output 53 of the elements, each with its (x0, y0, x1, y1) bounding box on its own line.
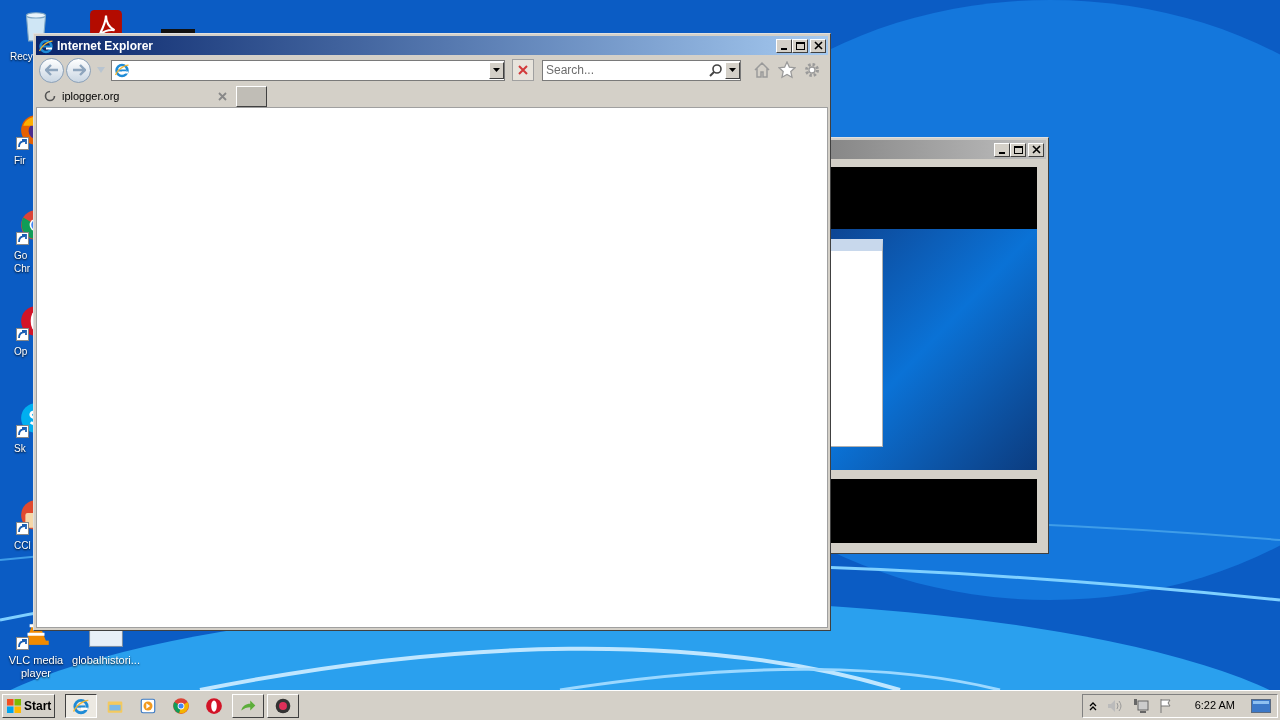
maximize-button[interactable] (1010, 142, 1026, 157)
arrow-left-icon (44, 64, 59, 76)
chevron-up-icon[interactable] (1088, 700, 1097, 711)
close-icon[interactable] (218, 91, 227, 101)
close-button[interactable] (1028, 142, 1044, 157)
shortcut-arrow-icon (16, 232, 29, 245)
forward-button[interactable] (66, 57, 91, 83)
star-icon[interactable] (778, 61, 796, 79)
show-desktop-icon[interactable] (1251, 697, 1271, 714)
address-dropdown-button[interactable] (489, 61, 504, 79)
back-button[interactable] (39, 57, 64, 83)
stop-button[interactable] (512, 59, 534, 81)
shortcut-arrow-icon (16, 522, 29, 535)
new-tab-button[interactable] (236, 85, 267, 107)
minimize-button[interactable] (994, 142, 1010, 157)
desktop-icon-label[interactable]: Sk (14, 442, 26, 455)
windows-logo-icon (6, 697, 22, 714)
desktop-icon-label[interactable]: Go Chr (14, 249, 31, 275)
desktop-icon-label[interactable]: CCl (14, 539, 31, 552)
arrow-right-icon (71, 64, 86, 76)
network-icon[interactable] (1132, 697, 1149, 714)
ie-icon (114, 62, 130, 78)
shortcut-arrow-icon (16, 328, 29, 341)
taskbar-button[interactable] (65, 693, 98, 718)
close-button[interactable] (810, 38, 826, 53)
tab-title: iplogger.org (62, 88, 120, 104)
desktop-icon-label[interactable]: Recy (10, 50, 33, 63)
search-dropdown-button[interactable] (725, 61, 740, 79)
opera-icon (205, 696, 224, 715)
ie-icon (72, 696, 91, 715)
window-title: Internet Explorer (57, 37, 154, 55)
caret-down-icon (729, 68, 736, 72)
desktop-icon-label[interactable]: VLC media player (8, 654, 64, 680)
ie-icon (38, 37, 54, 54)
shortcut-arrow-icon (16, 637, 29, 650)
address-field[interactable] (111, 59, 505, 81)
settings-icon[interactable] (803, 61, 821, 79)
shortcut-arrow-icon (16, 137, 29, 150)
search-field[interactable]: Search... (546, 61, 696, 79)
minimize-button[interactable] (776, 38, 792, 53)
close-icon (518, 65, 528, 75)
record-icon (274, 696, 293, 715)
shortcut-arrow-icon (16, 425, 29, 438)
desktop-icon-label[interactable]: Fir (14, 154, 26, 167)
clock[interactable]: 6:22 AM (1194, 697, 1235, 714)
maximize-button[interactable] (792, 38, 808, 53)
desktop-icon-label[interactable]: Op (14, 345, 28, 358)
chrome-icon (172, 696, 191, 715)
search-bar[interactable]: Search... (542, 59, 741, 81)
search-icon[interactable] (709, 63, 723, 77)
start-button[interactable]: Start (2, 693, 56, 718)
caret-down-icon (493, 68, 500, 72)
media-icon (139, 696, 158, 715)
